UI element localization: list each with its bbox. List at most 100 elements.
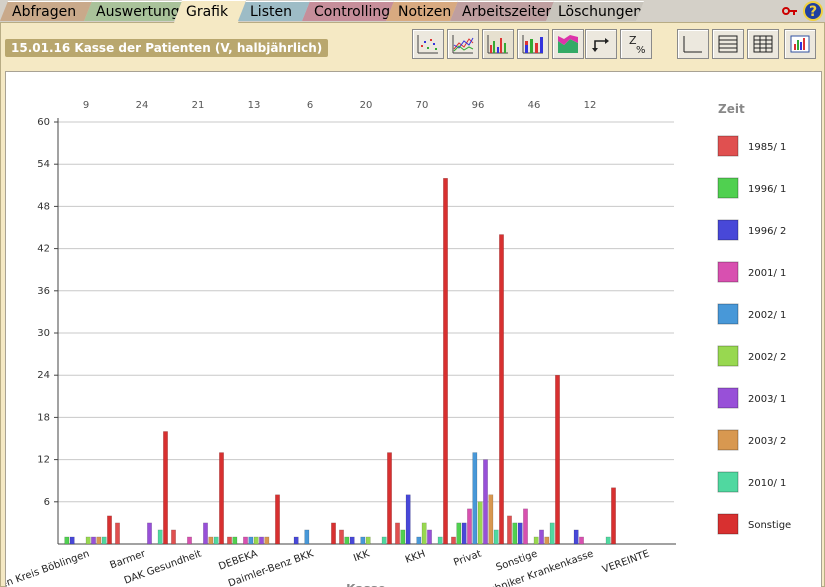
legend-swatch	[717, 303, 739, 325]
chart-settings-button[interactable]	[784, 29, 816, 59]
bar-8-3[interactable]	[523, 508, 528, 545]
bar-5-5[interactable]	[365, 536, 371, 545]
bar-7-5[interactable]	[477, 501, 483, 545]
bar-3-6[interactable]	[259, 536, 264, 545]
bar-3-0[interactable]	[227, 536, 232, 545]
bar-4-4[interactable]	[304, 529, 310, 545]
bar-6-5[interactable]	[421, 522, 427, 545]
no-table-button[interactable]	[677, 29, 709, 59]
bar-0-2[interactable]	[69, 536, 75, 545]
bar-8-0[interactable]	[507, 515, 512, 545]
bar-9-3[interactable]	[579, 536, 584, 545]
bar-2-7[interactable]	[208, 536, 214, 545]
tab-grafik[interactable]: Grafik	[174, 0, 246, 23]
bar-7-0[interactable]	[451, 536, 456, 545]
axis-toolbar: Z%	[585, 29, 652, 59]
bar-0-7[interactable]	[96, 536, 102, 545]
tab-löschungen[interactable]: Löschungen	[546, 1, 644, 21]
bar-6-6[interactable]	[427, 529, 432, 545]
bar-7-3[interactable]	[467, 508, 472, 545]
line-chart-button[interactable]	[447, 29, 479, 59]
help-icon[interactable]: ?	[803, 1, 823, 24]
bar-8-9[interactable]	[555, 374, 560, 545]
bar-6-9[interactable]	[443, 178, 448, 545]
area-chart-button[interactable]	[552, 29, 584, 59]
bar-9-9[interactable]	[611, 487, 616, 545]
bar-7-7[interactable]	[488, 494, 494, 545]
bar-5-1[interactable]	[344, 536, 350, 545]
bar-3-4[interactable]	[248, 536, 254, 545]
bar-1-0[interactable]	[115, 522, 120, 545]
y-tick-label: 48	[37, 201, 50, 212]
swap-axes-button[interactable]	[585, 29, 617, 59]
bar-4-2[interactable]	[293, 536, 299, 545]
bar-0-1[interactable]	[64, 536, 70, 545]
bar-4-9[interactable]	[331, 522, 336, 545]
bar-3-1[interactable]	[232, 536, 238, 545]
bar-8-5[interactable]	[533, 536, 539, 545]
bar-6-1[interactable]	[400, 529, 406, 545]
bar-1-6[interactable]	[147, 522, 152, 545]
bar-2-6[interactable]	[203, 522, 208, 545]
percent-button[interactable]: Z%	[620, 29, 652, 59]
tab-label: Löschungen	[558, 3, 643, 20]
bar-8-2[interactable]	[517, 522, 523, 545]
bar-8-7[interactable]	[544, 536, 550, 545]
bar-2-3[interactable]	[187, 536, 192, 545]
tab-abfragen[interactable]: Abfragen	[0, 1, 92, 21]
bar-6-2[interactable]	[405, 494, 411, 545]
bar-0-9[interactable]	[107, 515, 112, 545]
tab-controlling[interactable]: Controlling	[302, 1, 394, 21]
bar-0-5[interactable]	[85, 536, 91, 545]
tab-auswertung[interactable]: Auswertung	[84, 1, 182, 21]
bar-8-6[interactable]	[539, 529, 544, 545]
bar-7-6[interactable]	[483, 459, 488, 545]
stacked-bar-button[interactable]	[517, 29, 549, 59]
bar-7-4[interactable]	[472, 452, 478, 545]
bar-5-9[interactable]	[387, 452, 392, 545]
bar-7-8[interactable]	[493, 529, 499, 545]
bar-chart-button[interactable]	[482, 29, 514, 59]
bar-5-0[interactable]	[339, 529, 344, 545]
bar-6-8[interactable]	[437, 536, 443, 545]
bar-9-2[interactable]	[573, 529, 579, 545]
bar-5-2[interactable]	[349, 536, 355, 545]
lines-table-button[interactable]	[712, 29, 744, 59]
bar-9-8[interactable]	[605, 536, 611, 545]
user-key-icon[interactable]	[781, 3, 799, 22]
bar-0-8[interactable]	[101, 536, 107, 545]
tab-listen[interactable]: Listen	[238, 1, 310, 21]
bar-3-7[interactable]	[264, 536, 270, 545]
svg-text:?: ?	[809, 4, 817, 20]
x-tick-label: VEREINTE	[601, 548, 651, 575]
tab-label: Auswertung	[96, 3, 180, 20]
category-total-label: 12	[584, 100, 597, 111]
grid-table-button[interactable]	[747, 29, 779, 59]
bar-2-9[interactable]	[219, 452, 224, 545]
bar-5-4[interactable]	[360, 536, 366, 545]
legend-swatch	[717, 135, 739, 157]
bar-0-6[interactable]	[91, 536, 96, 545]
legend-label: 2003/ 2	[748, 436, 786, 447]
tab-arbeitszeiten[interactable]: Arbeitszeiten	[450, 1, 554, 21]
bar-7-1[interactable]	[456, 522, 462, 545]
bar-6-0[interactable]	[395, 522, 400, 545]
bar-3-5[interactable]	[253, 536, 259, 545]
bar-3-3[interactable]	[243, 536, 248, 545]
y-tick-label: 30	[37, 328, 50, 339]
percent-icon: Z%	[629, 34, 646, 55]
bar-1-8[interactable]	[157, 529, 163, 545]
bar-7-2[interactable]	[461, 522, 467, 545]
scatter-chart-button[interactable]	[412, 29, 444, 59]
bar-7-9[interactable]	[499, 234, 504, 545]
tab-notizen[interactable]: Notizen	[386, 1, 458, 21]
bar-1-9[interactable]	[163, 431, 168, 545]
bar-2-0[interactable]	[171, 529, 176, 545]
bar-2-8[interactable]	[213, 536, 219, 545]
bar-8-1[interactable]	[512, 522, 518, 545]
x-tick-label: Privat	[452, 548, 483, 568]
bar-5-8[interactable]	[381, 536, 387, 545]
bar-6-4[interactable]	[416, 536, 422, 545]
bar-3-9[interactable]	[275, 494, 280, 545]
bar-8-8[interactable]	[549, 522, 555, 545]
